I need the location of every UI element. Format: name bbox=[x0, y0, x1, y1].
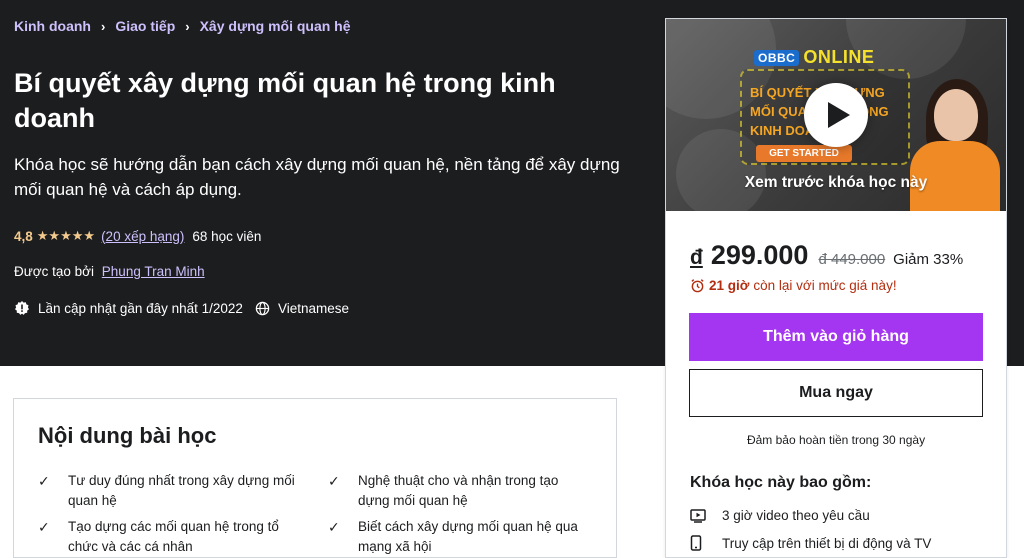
check-icon: ✓ bbox=[38, 519, 50, 535]
rating-row: 4,8 ★★★★★ (20 xếp hạng) 68 học viên bbox=[14, 228, 261, 244]
countdown-row: 21 giờ còn lại với mức giá này! bbox=[690, 278, 897, 293]
outcome-item: ✓ Tạo dựng các mối quan hệ trong tổ chức… bbox=[38, 517, 298, 557]
currency-symbol: đ bbox=[690, 246, 703, 269]
instructor-link[interactable]: Phung Tran Minh bbox=[102, 264, 205, 279]
countdown-hours: 21 giờ bbox=[709, 278, 750, 293]
includes-title: Khóa học này bao gồm: bbox=[690, 474, 872, 491]
breadcrumb-item-communication[interactable]: Giao tiếp bbox=[115, 18, 175, 34]
outcome-item: ✓ Biết cách xây dựng mối quan hệ qua mạn… bbox=[328, 517, 588, 557]
play-icon[interactable] bbox=[804, 83, 868, 147]
includes-item: Truy cập trên thiết bị di động và TV bbox=[690, 535, 931, 551]
check-icon: ✓ bbox=[328, 519, 340, 535]
money-back-guarantee: Đảm bảo hoàn tiền trong 30 ngày bbox=[746, 433, 926, 447]
alarm-clock-icon bbox=[691, 279, 704, 293]
created-by-label: Được tạo bởi bbox=[14, 264, 95, 279]
discount-label: Giảm 33% bbox=[893, 251, 964, 268]
includes-item: 3 giờ video theo yêu cầu bbox=[690, 508, 870, 523]
mobile-icon bbox=[690, 535, 722, 551]
rating-count-link[interactable]: (20 xếp hạng) bbox=[101, 229, 184, 244]
alert-badge-icon bbox=[15, 301, 29, 315]
video-icon bbox=[690, 508, 722, 523]
get-started-badge: GET STARTED bbox=[756, 145, 852, 162]
meta-row: Lần cập nhật gần đây nhất 1/2022 Vietnam… bbox=[14, 300, 349, 316]
add-to-cart-button[interactable]: Thêm vào giỏ hàng bbox=[689, 313, 983, 361]
breadcrumb-item-business[interactable]: Kinh doanh bbox=[14, 18, 91, 34]
purchase-sidebar: OBBCONLINE BÍ QUYẾT XÂY DỰNG MỐI QUAN HỆ… bbox=[665, 18, 1007, 558]
course-preview-video[interactable]: OBBCONLINE BÍ QUYẾT XÂY DỰNG MỐI QUAN HỆ… bbox=[666, 19, 1006, 211]
learning-outcomes-box: Nội dung bài học ✓ Tư duy đúng nhất tron… bbox=[13, 398, 617, 558]
price-row: đ 299.000 đ 449.000 Giảm 33% bbox=[690, 240, 963, 271]
student-count: 68 học viên bbox=[192, 228, 262, 244]
countdown-text: còn lại với mức giá này! bbox=[753, 278, 897, 293]
course-language: Vietnamese bbox=[277, 300, 349, 316]
breadcrumb: Kinh doanh › Giao tiếp › Xây dựng mối qu… bbox=[14, 18, 351, 34]
original-price: đ 449.000 bbox=[818, 251, 886, 268]
chevron-right-icon: › bbox=[101, 18, 106, 34]
course-subtitle: Khóa học sẽ hướng dẫn bạn cách xây dựng … bbox=[14, 155, 620, 199]
preview-label[interactable]: Xem trước khóa học này bbox=[666, 174, 1006, 192]
creator-row: Được tạo bởi Phung Tran Minh bbox=[14, 264, 205, 279]
current-price: đ 299.000 bbox=[690, 240, 809, 270]
last-updated: Lần cập nhật gần đây nhất 1/2022 bbox=[38, 300, 243, 316]
breadcrumb-item-relationship[interactable]: Xây dựng mối quan hệ bbox=[200, 18, 351, 34]
check-icon: ✓ bbox=[328, 473, 340, 489]
outcome-item: ✓ Tư duy đúng nhất trong xây dựng mối qu… bbox=[38, 471, 298, 511]
check-icon: ✓ bbox=[38, 473, 50, 489]
buy-now-button[interactable]: Mua ngay bbox=[689, 369, 983, 417]
outcome-item: ✓ Nghệ thuật cho và nhận trong tạo dựng … bbox=[328, 471, 588, 511]
course-title: Bí quyết xây dựng mối quan hệ trong kinh… bbox=[14, 68, 556, 133]
rating-score: 4,8 bbox=[14, 228, 33, 244]
star-rating-icon: ★★★★★ bbox=[36, 228, 96, 243]
brand-logo: OBBC ONLINE bbox=[754, 47, 874, 68]
learning-outcomes-title: Nội dung bài học bbox=[38, 423, 217, 448]
chevron-right-icon: › bbox=[185, 18, 190, 34]
globe-icon bbox=[255, 301, 270, 315]
